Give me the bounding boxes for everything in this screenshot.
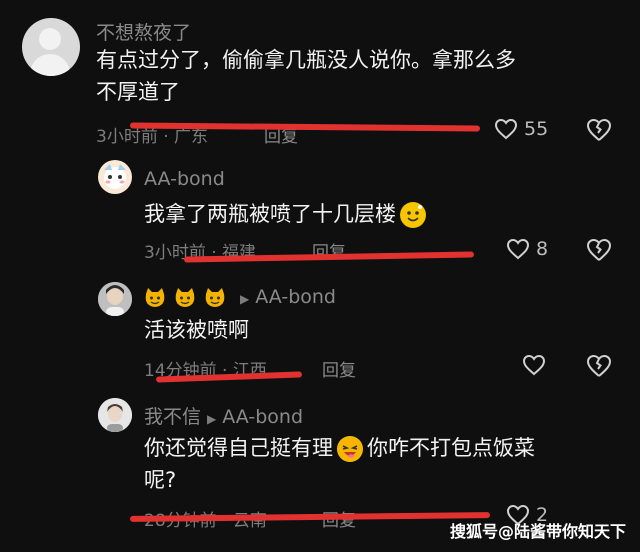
comment-text-line: 你还觉得自己挺有理 (144, 436, 333, 460)
username[interactable]: 不想熬夜了 (96, 18, 191, 45)
watermark: 搜狐号@陆酱带你知天下 (449, 522, 626, 541)
smile-emoji-icon (400, 202, 426, 228)
comment-1: 不想熬夜了 有点过分了，偷偷拿几瓶没人说你。拿那么多 不厚道了 3小时前 · 广… (0, 0, 640, 150)
cat-emoji-icon (174, 287, 196, 308)
comment-text-line: 你咋不打包点饭菜 (367, 436, 535, 460)
broken-heart-icon (586, 354, 612, 377)
heart-icon (522, 354, 546, 376)
comment-text: 你还觉得自己挺有理 你咋不打包点饭菜 呢? (144, 432, 614, 496)
avatar[interactable] (98, 160, 132, 194)
reply-to-username[interactable]: AA-bond (255, 286, 336, 308)
reply-button[interactable]: 回复 (322, 356, 356, 381)
username[interactable]: ▶ AA-bond (144, 286, 336, 308)
comment-3: ▶ AA-bond 活该被喷啊 14分钟前 · 江西 回复 (0, 270, 640, 390)
comment-text-line: 有点过分了，偷偷拿几瓶没人说你。拿那么多 (96, 48, 516, 72)
reply-to-username[interactable]: AA-bond (222, 406, 303, 428)
heart-icon (506, 238, 530, 260)
comment-text: 我拿了两瓶被喷了十几层楼 (144, 198, 426, 230)
like-button[interactable] (522, 354, 546, 376)
like-count: 8 (536, 238, 549, 260)
cartoon-avatar-icon (104, 164, 126, 189)
dislike-button[interactable] (586, 354, 612, 382)
cat-emoji-icon (204, 287, 226, 308)
user-photo-icon (98, 282, 132, 316)
username[interactable]: 我不信 ▶ AA-bond (144, 402, 303, 429)
broken-heart-icon (586, 238, 612, 261)
like-button[interactable]: 8 (506, 238, 548, 260)
reply-arrow-icon: ▶ (207, 412, 217, 426)
comment-text: 活该被喷啊 (144, 318, 249, 342)
username-text[interactable]: 我不信 (144, 406, 201, 428)
laughing-emoji-icon (337, 436, 363, 462)
reply-arrow-icon: ▶ (240, 292, 250, 306)
dislike-button[interactable] (586, 238, 612, 266)
avatar[interactable] (98, 282, 132, 316)
like-count: 55 (524, 118, 549, 140)
comment-text-line: 呢? (144, 468, 177, 492)
heart-icon (494, 118, 518, 140)
username[interactable]: AA-bond (144, 168, 225, 190)
avatar[interactable] (98, 398, 132, 432)
avatar[interactable] (22, 18, 80, 76)
like-button[interactable]: 55 (494, 118, 548, 140)
broken-heart-icon (586, 118, 612, 141)
comment-2: AA-bond 我拿了两瓶被喷了十几层楼 3小时前 · 福建 回复 8 (0, 150, 640, 270)
cat-emoji-icon (144, 287, 166, 308)
comment-text-line: 我拿了两瓶被喷了十几层楼 (144, 202, 396, 226)
comment-text-line: 不厚道了 (96, 80, 180, 104)
comment-text: 有点过分了，偷偷拿几瓶没人说你。拿那么多 不厚道了 (96, 44, 616, 108)
dislike-button[interactable] (586, 118, 612, 146)
user-photo-icon (98, 398, 132, 432)
